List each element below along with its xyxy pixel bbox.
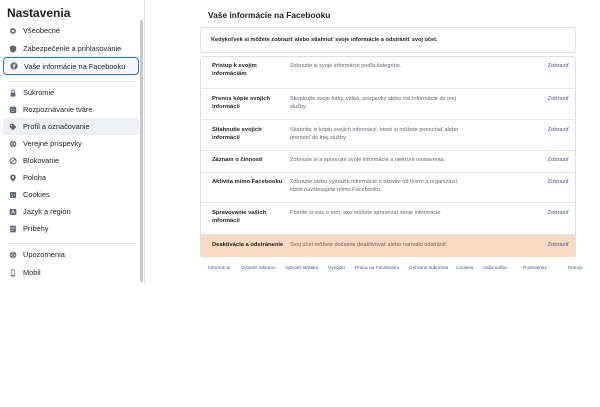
view-link[interactable]: Zobraziť <box>547 179 569 185</box>
sidebar-item-label: Blokovanie <box>23 156 60 165</box>
sidebar-item-cookies[interactable]: Cookies <box>3 186 139 203</box>
sidebar-item-your-facebook-information[interactable]: Vaše informácie na Facebooku <box>3 57 139 75</box>
row-description: Zobrazte si svoje informácie podľa kateg… <box>290 63 402 69</box>
footer-link-about[interactable]: Informácie <box>208 266 230 271</box>
sidebar-divider <box>8 243 136 244</box>
row-label: Aktivita mimo Facebooku <box>212 179 283 185</box>
language-icon <box>9 208 17 216</box>
settings-sidebar: Nastavenia Všeobecné Zabezpečenie a prih… <box>0 0 145 284</box>
footer-links: Informácie Vytvoriť reklamu Vytvoriť str… <box>200 266 590 276</box>
sidebar-item-label: Príbehy <box>23 224 49 233</box>
footer-link-ad-choices[interactable]: Vaša voľba <box>483 266 507 271</box>
settings-list: Prístup k svojim informáciám Zobrazte si… <box>200 56 576 257</box>
settings-row-download-information[interactable]: Stiahnutie svojich informácií Stiahnite … <box>201 119 575 150</box>
sidebar-title: Nastavenia <box>7 6 71 20</box>
location-pin-icon <box>9 173 17 182</box>
row-label: Spravovanie vašich informácií <box>212 210 267 224</box>
tag-icon <box>9 123 17 131</box>
footer-link-terms[interactable]: Podmienky <box>523 266 547 271</box>
sidebar-item-privacy[interactable]: Súkromie <box>3 84 139 101</box>
sidebar-scrollbar[interactable] <box>140 20 143 282</box>
footer-link-cookies[interactable]: Cookies <box>456 266 473 271</box>
row-label: Záznam o činnosti <box>212 157 263 163</box>
sidebar-item-label: Profil a označovanie <box>23 122 90 131</box>
footer-link-privacy[interactable]: Ochrana súkromia <box>409 266 448 271</box>
sidebar-item-language-and-region[interactable]: Jazyk a región <box>3 203 139 220</box>
sidebar-item-label: Všeobecné <box>23 26 60 35</box>
settings-page: Nastavenia Všeobecné Zabezpečenie a prih… <box>0 0 600 407</box>
sidebar-item-label: Zabezpečenie a prihlasovanie <box>23 44 122 53</box>
book-icon <box>9 225 17 233</box>
sidebar-item-label: Upozornenia <box>23 250 65 259</box>
intro-text: Kedykoľvek si môžete zobraziť alebo stia… <box>211 37 438 43</box>
sidebar-item-notifications[interactable]: Upozornenia <box>3 246 139 263</box>
row-label: Deaktivácia a odstránenie <box>212 242 284 248</box>
settings-row-off-facebook-activity[interactable]: Aktivita mimo Facebooku Zobrazte alebo v… <box>201 172 575 202</box>
row-description: Zobrazte alebo vymažte informácie o akti… <box>290 179 459 193</box>
globe-icon <box>9 140 17 148</box>
gear-icon <box>9 27 17 35</box>
lock-icon <box>9 89 17 97</box>
footer-link-developers[interactable]: Vývojári <box>328 266 345 271</box>
footer-link-create-page[interactable]: Vytvoriť stránku <box>285 266 318 271</box>
globe-notification-icon <box>9 251 17 259</box>
view-link[interactable]: Zobraziť <box>547 127 569 133</box>
row-description: Skopírujte svoje fotky, videá, príspevky… <box>290 96 456 110</box>
row-description: Pozrite si viac o tom, ako môžete spravo… <box>290 210 442 216</box>
sidebar-item-location[interactable]: Poloha <box>3 169 139 186</box>
sidebar-item-label: Verejné príspevky <box>23 139 82 148</box>
sidebar-item-face-recognition[interactable]: Rozpoznávanie tváre <box>3 101 139 118</box>
sidebar-item-public-posts[interactable]: Verejné príspevky <box>3 135 139 152</box>
sidebar-item-label: Rozpoznávanie tváre <box>23 105 93 114</box>
sidebar-item-mobile[interactable]: Mobil <box>3 264 139 281</box>
block-icon <box>9 156 17 165</box>
settings-row-access-information[interactable]: Prístup k svojim informáciám Zobrazte si… <box>201 57 575 88</box>
sidebar-item-profile-and-tagging[interactable]: Profil a označovanie <box>3 118 139 135</box>
sidebar-item-label: Jazyk a región <box>23 207 71 216</box>
footer-link-help[interactable]: Pomoc <box>568 266 583 271</box>
sidebar-item-stories[interactable]: Príbehy <box>3 220 139 237</box>
sidebar-item-label: Súkromie <box>23 88 55 97</box>
footer-link-careers[interactable]: Práca na Facebooku <box>355 266 399 271</box>
view-link[interactable]: Zobraziť <box>547 242 569 248</box>
sidebar-item-label: Mobil <box>23 268 41 277</box>
cookie-icon <box>9 191 17 199</box>
row-label: Prístup k svojim informáciám <box>212 63 257 77</box>
sidebar-item-label: Vaše informácie na Facebooku <box>24 61 126 71</box>
row-description: Svoj účet môžete dočasne deaktivovať ale… <box>290 242 448 248</box>
facebook-icon <box>10 62 18 70</box>
phone-icon <box>9 268 17 277</box>
row-description: Zobrazte si a spravujte svoje informácie… <box>290 157 445 163</box>
settings-row-deactivation-deletion[interactable]: Deaktivácia a odstránenie Svoj účet môže… <box>201 234 575 257</box>
sidebar-item-label: Cookies <box>23 190 50 199</box>
settings-row-manage-information[interactable]: Spravovanie vašich informácií Pozrite si… <box>201 202 575 234</box>
intro-box: Kedykoľvek si môžete zobraziť alebo stia… <box>200 27 576 53</box>
sidebar-item-label: Poloha <box>23 173 47 182</box>
page-title: Vaše informácie na Facebooku <box>208 10 331 20</box>
sidebar-divider <box>8 81 136 82</box>
view-link[interactable]: Zobraziť <box>547 96 569 102</box>
row-label: Stiahnutie svojich informácií <box>212 127 262 141</box>
view-link[interactable]: Zobraziť <box>547 63 569 69</box>
shield-icon <box>9 44 17 53</box>
row-label: Prenos kópie svojich informácií <box>212 96 270 110</box>
sidebar-item-blocking[interactable]: Blokovanie <box>3 152 139 169</box>
sidebar-item-security[interactable]: Zabezpečenie a prihlasovanie <box>3 40 139 57</box>
sidebar-item-general[interactable]: Všeobecné <box>3 22 139 39</box>
settings-row-transfer-copy[interactable]: Prenos kópie svojich informácií Skopíruj… <box>201 88 575 119</box>
face-recognition-icon <box>9 106 17 114</box>
view-link[interactable]: Zobraziť <box>547 210 569 216</box>
view-link[interactable]: Zobraziť <box>547 157 569 163</box>
row-description: Stiahnite si kópiu svojich informácií, k… <box>290 127 459 141</box>
footer-link-create-ad[interactable]: Vytvoriť reklamu <box>241 266 276 271</box>
settings-row-activity-log[interactable]: Záznam o činnosti Zobrazte si a spravujt… <box>201 150 575 172</box>
